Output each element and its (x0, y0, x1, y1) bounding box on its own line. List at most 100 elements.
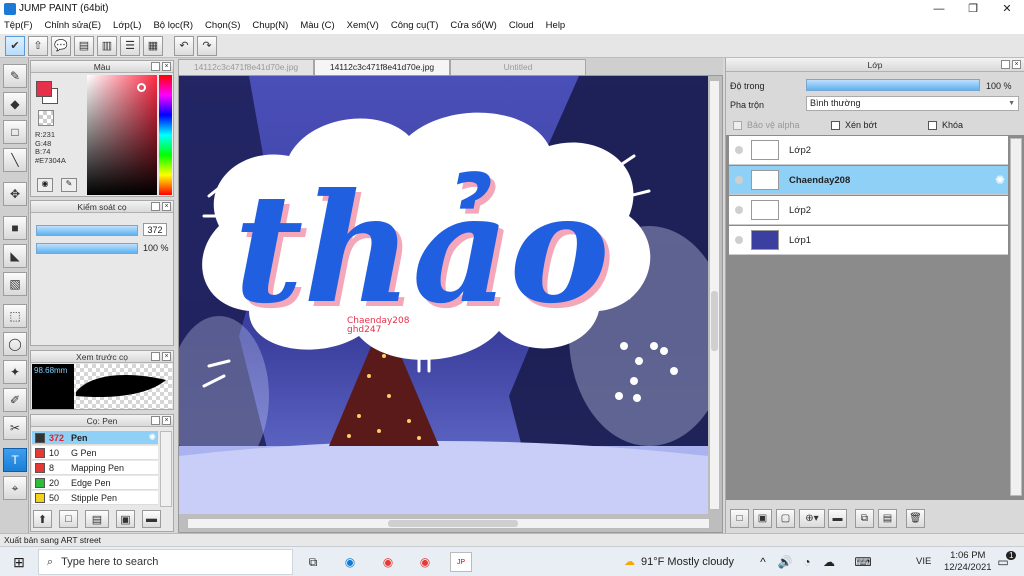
canvas-area[interactable]: thảo thảo Chaenday208 ghd247 (178, 75, 723, 533)
brush-opacity-slider[interactable] (36, 243, 138, 254)
saturation-value-square[interactable] (87, 75, 157, 195)
canvas-vertical-scrollbar[interactable] (709, 80, 720, 510)
canvas-horizontal-scrollbar[interactable] (187, 518, 710, 529)
hue-slider[interactable] (159, 75, 172, 195)
menu-capture[interactable]: Chụp(N) (252, 20, 288, 31)
message-icon[interactable]: ▤ (74, 35, 94, 56)
menu-tools[interactable]: Công cụ(T) (391, 20, 439, 31)
color-picker-icon[interactable]: ✎ (61, 178, 77, 192)
brush-size-value[interactable]: 372 (143, 223, 167, 236)
new-layer-icon[interactable]: □ (730, 509, 749, 528)
pen-settings-icon[interactable]: ▣ (116, 510, 135, 528)
layer-row[interactable]: Lớp2 (729, 196, 1008, 225)
palette-icon[interactable]: ◉ (37, 178, 53, 192)
clip-checkbox[interactable] (831, 120, 840, 130)
tab-document-1[interactable]: 14112c3c471f8e41d70e.jpg (178, 59, 314, 75)
undo-icon[interactable]: ↶ (174, 35, 194, 56)
volume-icon[interactable]: 🔊 (774, 552, 796, 572)
text-tool-icon[interactable]: T (3, 448, 27, 472)
new-pen-icon[interactable]: □ (59, 510, 78, 528)
select-rect-tool-icon[interactable]: ⬚ (3, 304, 27, 328)
pen-list-scrollbar[interactable] (160, 431, 172, 507)
comment-icon[interactable]: 💬 (51, 35, 71, 56)
menu-color[interactable]: Màu (C) (300, 20, 334, 31)
chrome-icon-2[interactable]: ◉ (414, 552, 436, 572)
magic-wand-tool-icon[interactable]: ✦ (3, 360, 27, 384)
layer-settings-icon[interactable]: ▤ (878, 509, 897, 528)
select-pen-tool-icon[interactable]: ✐ (3, 388, 27, 412)
new-layer-folder-icon[interactable]: ▣ (753, 509, 772, 528)
panel-close-icon[interactable]: × (1012, 60, 1021, 69)
pen-item[interactable]: 10 G Pen (32, 446, 158, 460)
tab-untitled[interactable]: Untitled (450, 59, 586, 75)
taskbar-search[interactable]: ⌕ Type here to search (38, 549, 293, 575)
add-special-layer-icon[interactable]: ⊕▾ (799, 509, 825, 528)
panel-close-icon[interactable]: × (162, 202, 171, 211)
gear-icon[interactable]: ✺ (995, 173, 1005, 187)
language-indicator[interactable]: VIE (916, 556, 931, 567)
panel-close-icon[interactable]: × (162, 416, 171, 425)
pen-item[interactable]: 50 Stipple Pen (32, 491, 158, 505)
panel-close-icon[interactable]: × (162, 352, 171, 361)
menu-cloud[interactable]: Cloud (509, 20, 534, 31)
panel-close-icon[interactable]: × (162, 62, 171, 71)
delete-layer-icon[interactable]: 🗑 (906, 509, 925, 528)
checklist-icon[interactable]: ☰ (120, 35, 140, 56)
gear-icon[interactable]: ✺ (148, 432, 156, 443)
visibility-icon[interactable] (735, 236, 743, 244)
edge-browser-icon[interactable]: ◉ (339, 552, 361, 572)
layer-row[interactable]: Chaenday208 ✺ (729, 166, 1008, 195)
bucket-tool-icon[interactable]: ◣ (3, 244, 27, 268)
tab-document-2[interactable]: 14112c3c471f8e41d70e.jpg (314, 59, 450, 75)
brush-tool-icon[interactable]: ✎ (3, 64, 27, 88)
copy-layer-icon[interactable]: ▢ (776, 509, 795, 528)
visibility-icon[interactable] (735, 206, 743, 214)
add-pen-icon[interactable]: ⬆ (33, 510, 52, 528)
weather-text[interactable]: 91°F Mostly cloudy (641, 556, 734, 568)
transparent-color-swatch[interactable] (38, 110, 54, 126)
panel-float-icon[interactable] (1001, 60, 1010, 69)
merge-down-icon[interactable]: ⧉ (855, 509, 874, 528)
gradient-tool-icon[interactable]: ▧ (3, 272, 27, 296)
move-tool-icon[interactable]: ✥ (3, 182, 27, 206)
task-view-icon[interactable]: ⧉ (302, 552, 324, 572)
cloud-check-icon[interactable]: ✔ (5, 35, 25, 56)
maximize-button[interactable]: ❐ (956, 0, 990, 17)
layer-list-scrollbar[interactable] (1010, 138, 1022, 496)
shape-tool-icon[interactable]: □ (3, 120, 27, 144)
brush-size-slider[interactable] (36, 225, 138, 236)
lasso-tool-icon[interactable]: ◯ (3, 332, 27, 356)
color-picker-cursor[interactable] (137, 83, 146, 92)
close-button[interactable]: ✕ (990, 0, 1024, 17)
cloud-sync-icon[interactable]: ☁ (818, 552, 840, 572)
menu-window[interactable]: Cửa sổ(W) (450, 20, 496, 31)
select-eraser-tool-icon[interactable]: ✂ (3, 416, 27, 440)
clock-time[interactable]: 1:06 PM (944, 550, 992, 562)
keyboard-icon[interactable]: ⌨ (852, 552, 874, 572)
artwork-canvas[interactable]: thảo thảo Chaenday208 ghd247 (179, 76, 708, 514)
layer-opacity-slider[interactable] (806, 79, 980, 91)
primary-color-swatch[interactable] (36, 81, 52, 97)
windows-start-icon[interactable]: ⊞ (8, 552, 30, 572)
panel-float-icon[interactable] (151, 62, 160, 71)
grid-settings-icon[interactable]: ▦ (143, 35, 163, 56)
document-icon[interactable]: ▥ (97, 35, 117, 56)
clock-date[interactable]: 12/24/2021 (944, 562, 992, 574)
blend-mode-select[interactable]: Bình thường ▼ (806, 96, 1019, 111)
alpha-protect-checkbox[interactable] (733, 120, 742, 130)
menu-layer[interactable]: Lớp(L) (113, 20, 141, 31)
share-icon[interactable]: ⇧ (28, 35, 48, 56)
network-icon[interactable]: ◔ (796, 552, 818, 572)
chevron-up-icon[interactable]: ^ (752, 552, 774, 572)
pen-menu-icon[interactable]: ▤ (85, 510, 109, 528)
menu-view[interactable]: Xem(V) (347, 20, 379, 31)
visibility-icon[interactable] (735, 146, 743, 154)
menu-filter[interactable]: Bộ lọc(R) (153, 20, 193, 31)
layer-row[interactable]: Lớp1 (729, 226, 1008, 255)
eyedropper-tool-icon[interactable]: ⌖ (3, 476, 27, 500)
lock-checkbox[interactable] (928, 120, 937, 130)
chrome-icon-1[interactable]: ◉ (377, 552, 399, 572)
folder-icon[interactable]: ▬ (828, 509, 847, 528)
panel-float-icon[interactable] (151, 202, 160, 211)
fill-rect-tool-icon[interactable]: ■ (3, 216, 27, 240)
